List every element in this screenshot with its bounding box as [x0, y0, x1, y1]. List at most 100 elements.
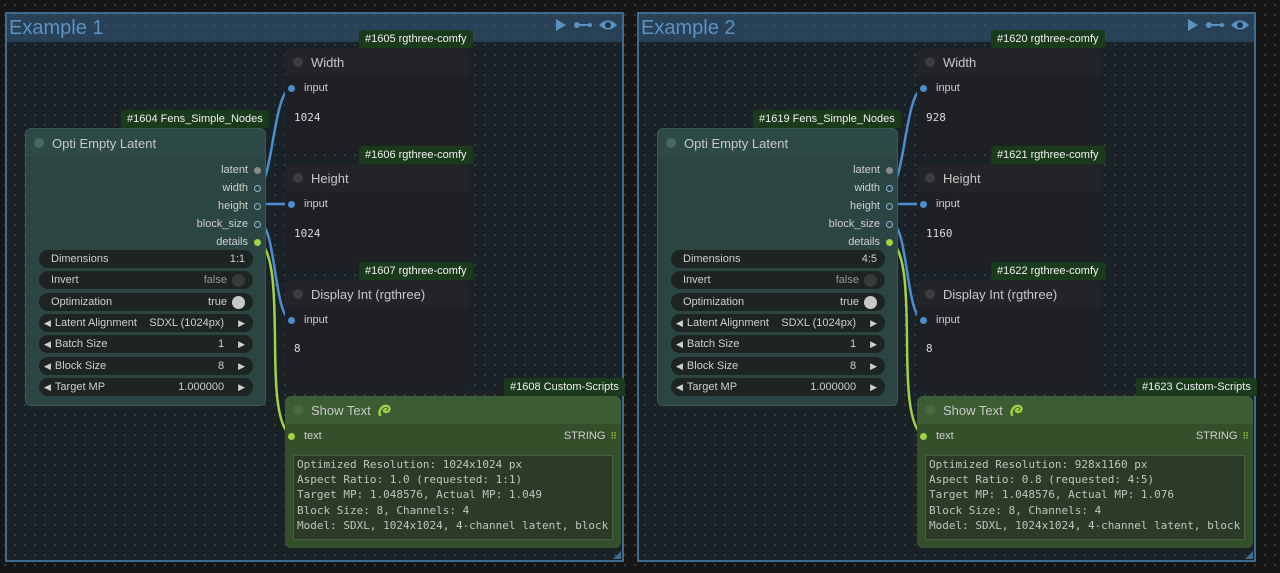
- decrement-arrow: ◀: [676, 381, 683, 392]
- increment-arrow: ▶: [870, 381, 877, 392]
- collapse-dot[interactable]: [293, 289, 303, 299]
- display-int-node[interactable]: Display Int (rgthree) input 8: [917, 280, 1101, 386]
- node-badge: #1605 rgthree-comfy: [359, 30, 473, 48]
- output-height[interactable]: height: [218, 200, 261, 212]
- play-icon[interactable]: [1186, 18, 1200, 32]
- height-node[interactable]: Height input 1160: [917, 164, 1101, 270]
- link-icon[interactable]: [573, 18, 593, 32]
- optimization-toggle[interactable]: Optimization true: [671, 293, 885, 311]
- input-text[interactable]: text: [288, 430, 322, 442]
- height-node[interactable]: Height input 1024: [285, 164, 469, 270]
- invert-toggle[interactable]: Invert false: [39, 271, 253, 289]
- block-size-number[interactable]: ◀ Block Size 8 ▶: [39, 357, 253, 375]
- target-mp-number[interactable]: ◀ Target MP 1.000000 ▶: [671, 378, 885, 396]
- collapse-dot[interactable]: [925, 173, 935, 183]
- node-title[interactable]: Width: [285, 48, 469, 76]
- decrement-arrow: ◀: [44, 317, 51, 328]
- node-title[interactable]: Show Text: [917, 396, 1253, 424]
- opti-empty-latent-node[interactable]: Opti Empty Latent latent width height bl…: [657, 128, 898, 406]
- node-title[interactable]: Opti Empty Latent: [26, 129, 265, 157]
- int-value: 928: [926, 111, 946, 124]
- increment-arrow: ▶: [238, 317, 245, 328]
- snake-icon: [1010, 404, 1023, 417]
- input-port[interactable]: input: [920, 314, 960, 326]
- decrement-arrow: ◀: [676, 338, 683, 349]
- show-text-node[interactable]: Show Text text STRING ⠿ Optimized Resolut…: [917, 396, 1253, 548]
- node-title[interactable]: Show Text: [285, 396, 621, 424]
- text-output-area[interactable]: Optimized Resolution: 928x1160 px Aspect …: [925, 455, 1245, 540]
- node-canvas[interactable]: Example 1 #1605 rgthree-comfy Width inpu…: [0, 0, 1280, 573]
- output-latent[interactable]: latent: [853, 164, 893, 176]
- output-width[interactable]: width: [222, 182, 261, 194]
- output-details[interactable]: details: [848, 236, 893, 248]
- group-header[interactable]: Example 2: [639, 14, 1254, 42]
- group-header[interactable]: Example 1: [7, 14, 622, 42]
- output-height[interactable]: height: [850, 200, 893, 212]
- increment-arrow: ▶: [238, 360, 245, 371]
- output-width[interactable]: width: [854, 182, 893, 194]
- collapse-dot[interactable]: [925, 57, 935, 67]
- output-string[interactable]: STRING ⠿: [564, 430, 617, 442]
- group-resize-handle[interactable]: [613, 551, 621, 559]
- output-block-size[interactable]: block_size: [197, 218, 261, 230]
- dimensions-combo[interactable]: Dimensions 1:1: [39, 250, 253, 268]
- grid-dots-icon: ⠿: [1242, 430, 1249, 441]
- node-badge: #1620 rgthree-comfy: [991, 30, 1105, 48]
- input-port[interactable]: input: [920, 82, 960, 94]
- collapse-dot[interactable]: [293, 173, 303, 183]
- output-latent[interactable]: latent: [221, 164, 261, 176]
- node-badge: #1604 Fens_Simple_Nodes: [121, 110, 269, 128]
- collapse-dot[interactable]: [293, 57, 303, 67]
- opti-empty-latent-node[interactable]: Opti Empty Latent latent width height bl…: [25, 128, 266, 406]
- width-node[interactable]: Width input 928: [917, 48, 1101, 154]
- width-node[interactable]: Width input 1024: [285, 48, 469, 154]
- eye-icon[interactable]: [598, 18, 618, 32]
- output-block-size[interactable]: block_size: [829, 218, 893, 230]
- node-title[interactable]: Height: [285, 164, 469, 192]
- output-details[interactable]: details: [216, 236, 261, 248]
- display-int-node[interactable]: Display Int (rgthree) input 8: [285, 280, 469, 386]
- increment-arrow: ▶: [870, 360, 877, 371]
- input-port[interactable]: input: [288, 198, 328, 210]
- batch-size-number[interactable]: ◀ Batch Size 1 ▶: [671, 335, 885, 353]
- grid-dots-icon: ⠿: [610, 430, 617, 441]
- input-port[interactable]: input: [288, 314, 328, 326]
- input-port[interactable]: input: [288, 82, 328, 94]
- optimization-toggle[interactable]: Optimization true: [39, 293, 253, 311]
- collapse-dot[interactable]: [34, 138, 44, 148]
- node-title[interactable]: Display Int (rgthree): [285, 280, 469, 308]
- target-mp-number[interactable]: ◀ Target MP 1.000000 ▶: [39, 378, 253, 396]
- decrement-arrow: ◀: [676, 317, 683, 328]
- collapse-dot[interactable]: [925, 405, 935, 415]
- node-title[interactable]: Height: [917, 164, 1101, 192]
- node-title[interactable]: Display Int (rgthree): [917, 280, 1101, 308]
- node-title[interactable]: Opti Empty Latent: [658, 129, 897, 157]
- group-resize-handle[interactable]: [1245, 551, 1253, 559]
- node-badge: #1607 rgthree-comfy: [359, 262, 473, 280]
- latent-alignment-combo[interactable]: ◀ Latent Alignment SDXL (1024px) ▶: [39, 314, 253, 332]
- batch-size-number[interactable]: ◀ Batch Size 1 ▶: [39, 335, 253, 353]
- input-text[interactable]: text: [920, 430, 954, 442]
- node-badge: #1621 rgthree-comfy: [991, 146, 1105, 164]
- collapse-dot[interactable]: [293, 405, 303, 415]
- block-size-number[interactable]: ◀ Block Size 8 ▶: [671, 357, 885, 375]
- output-string[interactable]: STRING ⠿: [1196, 430, 1249, 442]
- collapse-dot[interactable]: [666, 138, 676, 148]
- text-output-area[interactable]: Optimized Resolution: 1024x1024 px Aspect…: [293, 455, 613, 540]
- eye-icon[interactable]: [1230, 18, 1250, 32]
- node-title[interactable]: Width: [917, 48, 1101, 76]
- node-badge: #1608 Custom-Scripts: [504, 378, 625, 396]
- increment-arrow: ▶: [238, 338, 245, 349]
- invert-toggle[interactable]: Invert false: [671, 271, 885, 289]
- int-value: 8: [926, 342, 933, 355]
- play-icon[interactable]: [554, 18, 568, 32]
- link-icon[interactable]: [1205, 18, 1225, 32]
- show-text-node[interactable]: Show Text text STRING ⠿ Optimized Resolut…: [285, 396, 621, 548]
- decrement-arrow: ◀: [44, 338, 51, 349]
- example-group-1: Example 1 #1605 rgthree-comfy Width inpu…: [5, 0, 645, 573]
- dimensions-combo[interactable]: Dimensions 4:5: [671, 250, 885, 268]
- int-value: 1024: [294, 111, 321, 124]
- collapse-dot[interactable]: [925, 289, 935, 299]
- latent-alignment-combo[interactable]: ◀ Latent Alignment SDXL (1024px) ▶: [671, 314, 885, 332]
- input-port[interactable]: input: [920, 198, 960, 210]
